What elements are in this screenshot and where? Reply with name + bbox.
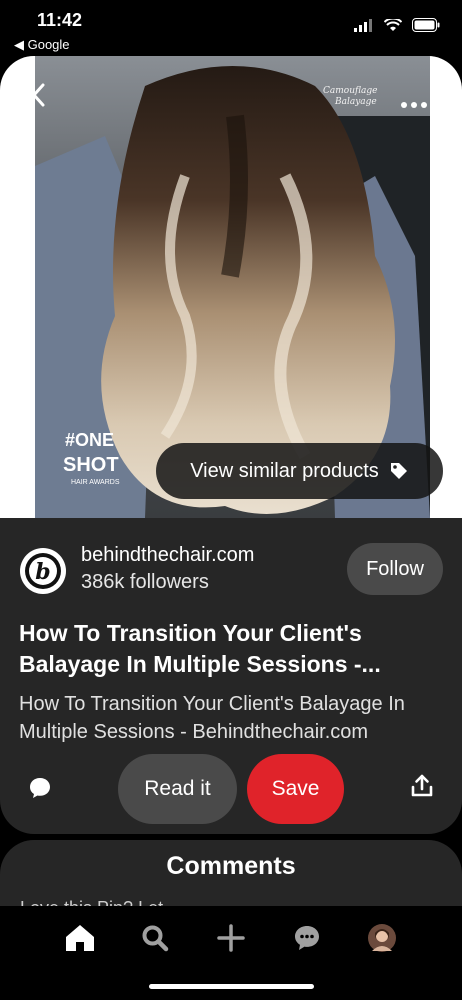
- award-badge: #ONE: [65, 430, 114, 450]
- signal-icon: [354, 18, 372, 32]
- status-bar: 11:42 ◀ Google: [0, 0, 462, 56]
- image-watermark: Camouflage: [323, 86, 377, 96]
- pin-image-area: Camouflage Balayage #ONE SHOT HAIR AWARD…: [0, 56, 462, 518]
- more-horizontal-icon: [401, 102, 427, 108]
- svg-text:HAIR AWARDS: HAIR AWARDS: [71, 479, 120, 486]
- svg-text:SHOT: SHOT: [63, 454, 119, 476]
- read-it-button[interactable]: Read it: [118, 754, 237, 824]
- chevron-left-icon: [32, 83, 45, 107]
- behindthechair-logo: b: [25, 553, 61, 589]
- status-time: 11:42: [37, 10, 83, 30]
- svg-text:Balayage: Balayage: [334, 97, 377, 107]
- svg-text:b: b: [35, 559, 50, 585]
- tab-search[interactable]: [135, 918, 175, 958]
- comment-button[interactable]: [28, 776, 52, 805]
- follow-button[interactable]: Follow: [347, 543, 443, 595]
- pin-card: Camouflage Balayage #ONE SHOT HAIR AWARD…: [0, 56, 462, 834]
- pin-title: How To Transition Your Client's Balayage…: [19, 620, 381, 677]
- back-button[interactable]: [28, 82, 50, 113]
- search-icon: [142, 925, 169, 952]
- tab-messages[interactable]: [287, 918, 327, 958]
- plus-icon: [217, 924, 245, 952]
- wifi-icon: [384, 18, 402, 31]
- view-similar-products-button[interactable]: View similar products: [156, 443, 443, 499]
- comment-icon: [30, 778, 50, 798]
- tab-home[interactable]: [60, 918, 100, 958]
- more-options-button[interactable]: [400, 96, 428, 114]
- battery-icon: [412, 18, 440, 32]
- source-name[interactable]: behindthechair.com: [81, 544, 254, 567]
- home-indicator: [149, 984, 314, 989]
- back-to-app-link[interactable]: ◀ Google: [14, 37, 70, 53]
- save-button[interactable]: Save: [247, 754, 344, 824]
- source-avatar[interactable]: b: [20, 548, 66, 594]
- home-icon: [66, 925, 94, 951]
- action-bar: Read it Save: [0, 754, 462, 824]
- pin-description: How To Transition Your Client's Balayage…: [19, 693, 405, 743]
- tab-create[interactable]: [211, 918, 251, 958]
- share-icon: [411, 774, 433, 797]
- comments-section[interactable]: Comments Love this Pin? Let...: [0, 840, 462, 910]
- view-similar-label: View similar products: [190, 459, 379, 482]
- share-button[interactable]: [411, 774, 433, 803]
- profile-avatar: [368, 924, 396, 952]
- comments-title: Comments: [166, 852, 296, 880]
- source-followers: 386k followers: [81, 571, 209, 593]
- messages-icon: [295, 926, 319, 950]
- tab-profile[interactable]: [362, 918, 402, 958]
- tag-icon: [390, 463, 407, 479]
